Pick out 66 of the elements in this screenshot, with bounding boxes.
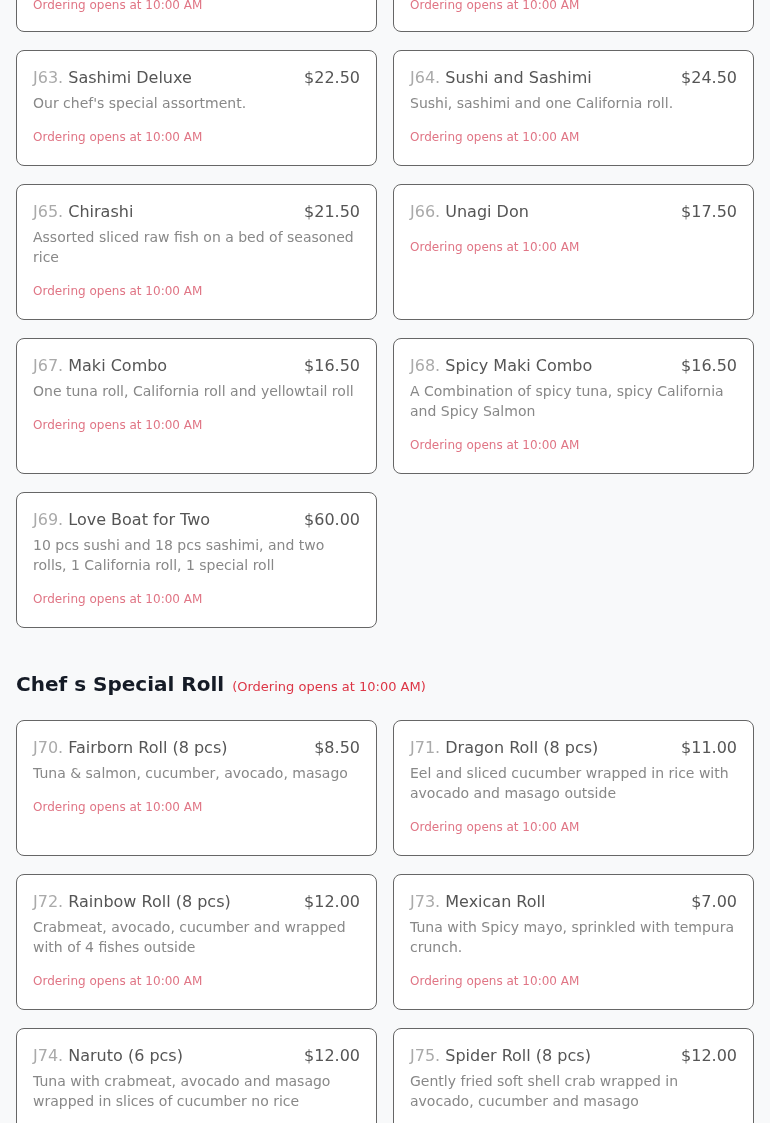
menu-item-card[interactable]: J68. Spicy Maki Combo $16.50 A Combination of spicy tuna, spicy California and Spicy Salmon Ordering opens at 10:00 AM <box>393 338 754 474</box>
item-description: Gently fried soft shell crab wrapped in avocado, cucumber and masago <box>410 1072 680 1111</box>
ordering-notice: Ordering opens at 10:00 AM <box>410 239 581 255</box>
ordering-notice: Ordering opens at 10:00 AM <box>410 0 581 13</box>
item-title: J72. Rainbow Roll (8 pcs) <box>33 891 231 913</box>
menu-item-card[interactable]: J69. Love Boat for Two $60.00 10 pcs sushi and 18 pcs sashimi, and two rolls, 1 California roll, 1 special roll Ordering opens at 10:00 AM <box>16 492 377 628</box>
menu-item-card[interactable]: J71. Dragon Roll (8 pcs) $11.00 Eel and sliced cucumber wrapped in rice with avocado and masago outside Ordering opens at 10:00 AM <box>393 720 754 856</box>
item-description: Crabmeat, avocado, cucumber and wrapped with of 4 fishes outside <box>33 918 347 957</box>
item-price: $11.00 <box>681 737 737 759</box>
item-price: $12.00 <box>681 1045 737 1067</box>
item-title: J67. Maki Combo <box>33 355 168 377</box>
item-description: Tuna & salmon, cucumber, avocado, masago <box>33 764 349 783</box>
item-description: Assorted sliced raw fish on a bed of seasoned rice <box>33 228 355 267</box>
menu-item-card[interactable]: J72. Rainbow Roll (8 pcs) $12.00 Crabmeat, avocado, cucumber and wrapped with of 4 fishes outside Ordering opens at 10:00 AM <box>16 874 377 1010</box>
menu-item-card[interactable]: J73. Mexican Roll $7.00 Tuna with Spicy mayo, sprinkled with tempura crunch. Ordering opens at 10:00 AM <box>393 874 754 1010</box>
item-price: $12.00 <box>304 1045 360 1067</box>
ordering-notice: Ordering opens at 10:00 AM <box>33 129 204 145</box>
ordering-notice: Ordering opens at 10:00 AM <box>410 437 581 453</box>
item-price: $12.00 <box>304 891 360 913</box>
item-title: J63. Sashimi Deluxe <box>33 67 192 89</box>
item-title: J71. Dragon Roll (8 pcs) <box>410 737 599 759</box>
item-price: $16.50 <box>304 355 360 377</box>
menu-item-card[interactable]: J70. Fairborn Roll (8 pcs) $8.50 Tuna & salmon, cucumber, avocado, masago Ordering opens at 10:00 AM <box>16 720 377 856</box>
item-price: $24.50 <box>681 67 737 89</box>
item-price: $7.00 <box>691 891 737 913</box>
item-title: J74. Naruto (6 pcs) <box>33 1045 183 1067</box>
section-heading: Chef s Special Roll <box>16 672 225 696</box>
menu-item-card[interactable]: J65. Chirashi $21.50 Assorted sliced raw fish on a bed of seasoned rice Ordering opens at 10:00 AM <box>16 184 377 320</box>
item-description: Eel and sliced cucumber wrapped in rice with avocado and masago outside <box>410 764 730 803</box>
ordering-notice: Ordering opens at 10:00 AM <box>33 799 204 815</box>
item-title: J70. Fairborn Roll (8 pcs) <box>33 737 228 759</box>
menu-item-card[interactable]: J64. Sushi and Sashimi $24.50 Sushi, sashimi and one California roll. Ordering opens at 10:00 AM <box>393 50 754 166</box>
ordering-notice: Ordering opens at 10:00 AM <box>33 417 204 433</box>
ordering-notice: Ordering opens at 10:00 AM <box>33 973 204 989</box>
menu-item-card[interactable]: J63. Sashimi Deluxe $22.50 Our chef's special assortment. Ordering opens at 10:00 AM <box>16 50 377 166</box>
menu-item-card[interactable]: J75. Spider Roll (8 pcs) $12.00 Gently fried soft shell crab wrapped in avocado, cucumber and masago <box>393 1028 754 1123</box>
item-description: Sushi, sashimi and one California roll. <box>410 94 675 113</box>
item-title: J75. Spider Roll (8 pcs) <box>410 1045 591 1067</box>
item-description: A Combination of spicy tuna, spicy California and Spicy Salmon <box>410 382 725 421</box>
menu-item-card[interactable]: J74. Naruto (6 pcs) $12.00 Tuna with crabmeat, avocado and masago wrapped in slices of cucumber no rice <box>16 1028 377 1123</box>
item-title: J73. Mexican Roll <box>410 891 546 913</box>
ordering-notice: Ordering opens at 10:00 AM <box>410 819 581 835</box>
ordering-notice: Ordering opens at 10:00 AM <box>410 129 581 145</box>
menu-item-card[interactable]: J67. Maki Combo $16.50 One tuna roll, California roll and yellowtail roll Ordering opens at 10:00 AM <box>16 338 377 474</box>
ordering-notice: Ordering opens at 10:00 AM <box>33 283 204 299</box>
item-price: $22.50 <box>304 67 360 89</box>
item-price: $17.50 <box>681 201 737 223</box>
ordering-notice: Ordering opens at 10:00 AM <box>410 973 581 989</box>
item-title: J69. Love Boat for Two <box>33 509 211 531</box>
item-price: $21.50 <box>304 201 360 223</box>
ordering-notice: (Ordering opens at 10:00 AM) <box>232 679 426 694</box>
menu-item-card[interactable]: J66. Unagi Don $17.50 Ordering opens at 10:00 AM <box>393 184 754 320</box>
item-title: J66. Unagi Don <box>410 201 529 223</box>
item-title: J68. Spicy Maki Combo <box>410 355 593 377</box>
ordering-notice: Ordering opens at 10:00 AM <box>33 591 204 607</box>
item-price: $16.50 <box>681 355 737 377</box>
item-title: J65. Chirashi <box>33 201 134 223</box>
item-title: J64. Sushi and Sashimi <box>410 67 592 89</box>
ordering-notice: Ordering opens at 10:00 AM <box>33 0 204 13</box>
item-description: Tuna with crabmeat, avocado and masago wrapped in slices of cucumber no rice <box>33 1072 332 1111</box>
item-price: $60.00 <box>304 509 360 531</box>
item-description: Tuna with Spicy mayo, sprinkled with tempura crunch. <box>410 918 736 957</box>
item-description: One tuna roll, California roll and yellowtail roll <box>33 382 355 401</box>
item-description: 10 pcs sushi and 18 pcs sashimi, and two rolls, 1 California roll, 1 special roll <box>33 536 326 575</box>
item-price: $8.50 <box>314 737 360 759</box>
item-description: Our chef's special assortment. <box>33 94 248 113</box>
